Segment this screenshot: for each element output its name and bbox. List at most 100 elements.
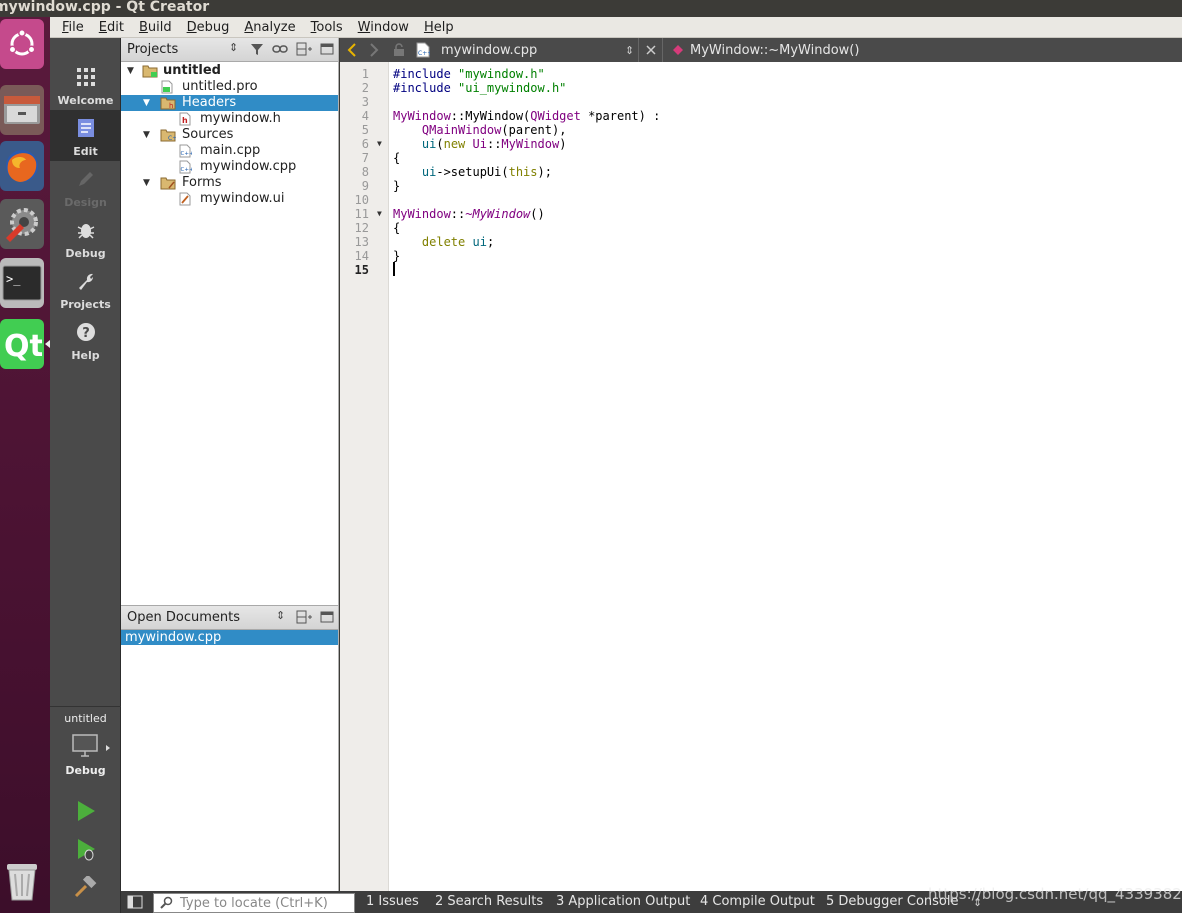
tree-item-label: mywindow.ui (200, 191, 285, 206)
pro-file-icon (160, 80, 174, 94)
code-line[interactable]: #include "mywindow.h" (393, 67, 545, 81)
code-line[interactable]: { (393, 221, 400, 235)
line-number: 4 (361, 109, 369, 123)
code-line[interactable]: } (393, 179, 400, 193)
output-tab[interactable]: 4 Compile Output (700, 894, 815, 909)
menu-bar: File Edit Build Debug Analyze Tools Window Help (50, 17, 1182, 38)
split-icon[interactable] (296, 42, 312, 56)
forms-folder-icon (160, 176, 176, 190)
mode-debug[interactable]: Debug (50, 212, 121, 263)
files-icon[interactable] (0, 85, 44, 135)
view-selector-arrows-icon[interactable]: ⇕ (229, 41, 238, 54)
view-selector-arrows-icon[interactable]: ⇕ (276, 609, 285, 622)
output-tab[interactable]: 3 Application Output (556, 894, 690, 909)
tree-item[interactable]: ▼ h Headers (121, 95, 338, 111)
debug-run-icon (78, 839, 95, 861)
target-selector[interactable] (72, 734, 98, 762)
terminal-icon[interactable]: >_ (0, 258, 44, 308)
back-arrow-icon[interactable] (346, 38, 358, 62)
menu-item[interactable]: Debug (187, 20, 230, 35)
tree-item[interactable]: C++ mywindow.cpp (121, 159, 338, 175)
code-line[interactable]: ui(new Ui::MyWindow) (393, 137, 567, 151)
locator-input[interactable]: Type to locate (Ctrl+K) (153, 893, 355, 913)
line-number: 5 (361, 123, 369, 137)
system-settings-icon[interactable] (0, 199, 44, 249)
window-title-bar: mywindow.cpp - Qt Creator (0, 0, 1182, 17)
code-line[interactable]: MyWindow::MyWindow(QWidget *parent) : (393, 109, 660, 123)
trash-icon[interactable] (0, 855, 44, 905)
open-documents-title[interactable]: Open Documents (127, 610, 240, 625)
filter-icon[interactable] (250, 42, 264, 56)
firefox-icon[interactable] (0, 141, 44, 191)
code-line[interactable]: ui->setupUi(this); (393, 165, 552, 179)
menu-item[interactable]: Help (424, 20, 454, 35)
editor-toolbar: C++ mywindow.cpp ⇕ MyWindow::~MyWindow() (340, 38, 1182, 62)
mode-edit[interactable]: Edit (50, 110, 121, 161)
toggle-sidebar-icon[interactable] (127, 891, 143, 913)
menu-item[interactable]: Window (358, 20, 409, 35)
menu-item[interactable]: Tools (311, 20, 343, 35)
line-number: 15 (354, 263, 369, 277)
close-pane-icon[interactable] (320, 42, 334, 56)
expand-arrow-icon[interactable]: ▼ (143, 175, 153, 191)
run-button[interactable] (75, 800, 97, 826)
mode-welcome[interactable]: Welcome (50, 59, 121, 110)
close-document-icon[interactable] (645, 38, 657, 62)
tree-item[interactable]: ▼ Forms (121, 175, 338, 191)
mode-label: Welcome (57, 94, 114, 107)
ubuntu-dash-icon[interactable] (0, 19, 44, 69)
mode-projects[interactable]: Projects (50, 263, 121, 314)
menu-item[interactable]: Edit (99, 20, 124, 35)
menu-item[interactable]: File (62, 20, 84, 35)
split-icon[interactable] (296, 610, 312, 624)
tree-item[interactable]: ▼ untitled (121, 63, 338, 79)
fold-marker-icon[interactable]: ▼ (377, 137, 382, 151)
tree-item[interactable]: mywindow.ui (121, 191, 338, 207)
debug-run-button[interactable] (75, 838, 97, 866)
code-line[interactable]: } (393, 249, 400, 263)
menu-item[interactable]: Build (139, 20, 172, 35)
build-button[interactable] (74, 874, 98, 902)
line-number: 13 (354, 235, 369, 249)
code-line[interactable]: #include "ui_mywindow.h" (393, 81, 566, 95)
svg-text:C+: C+ (168, 135, 176, 142)
tree-item[interactable]: C++ main.cpp (121, 143, 338, 159)
menu-item[interactable]: Analyze (244, 20, 295, 35)
editor-file-name[interactable]: mywindow.cpp (441, 38, 537, 62)
link-icon[interactable] (272, 42, 288, 56)
code-editor[interactable]: #include "mywindow.h" #include "ui_mywind… (389, 62, 1182, 891)
code-line[interactable]: MyWindow::~MyWindow() (393, 207, 545, 221)
svg-text:Qt: Qt (4, 329, 42, 364)
mode-help[interactable]: ? Help (50, 314, 121, 365)
forward-arrow-icon[interactable] (368, 38, 380, 62)
code-line[interactable]: delete ui; (393, 235, 494, 249)
target-arrow-icon (106, 745, 110, 751)
cpp-file-icon: C++ (178, 144, 194, 158)
projects-view-selector[interactable]: Projects (127, 42, 178, 57)
lock-icon[interactable] (392, 38, 406, 62)
tree-item[interactable]: untitled.pro (121, 79, 338, 95)
tree-item[interactable]: h mywindow.h (121, 111, 338, 127)
expand-arrow-icon[interactable]: ▼ (127, 63, 137, 79)
close-pane-icon[interactable] (320, 610, 334, 624)
file-selector-arrows-icon[interactable]: ⇕ (625, 38, 634, 62)
fold-marker-icon[interactable]: ▼ (377, 207, 382, 221)
cpp-file-icon: C++ (178, 160, 194, 174)
tree-item[interactable]: ▼ C+ Sources (121, 127, 338, 143)
monitor-icon (72, 734, 98, 757)
line-number: 9 (361, 179, 369, 193)
sources-folder-icon: C+ (160, 128, 177, 142)
code-line[interactable]: QMainWindow(parent), (393, 123, 567, 137)
code-line[interactable]: { (393, 151, 400, 165)
run-icon (78, 801, 95, 821)
qt-creator-icon[interactable]: Qt (0, 319, 44, 369)
symbol-icon (672, 38, 684, 62)
mode-design[interactable]: Design (50, 161, 121, 212)
expand-arrow-icon[interactable]: ▼ (143, 95, 153, 111)
output-tab[interactable]: 1 Issues (366, 894, 419, 909)
output-tab[interactable]: 2 Search Results (435, 894, 543, 909)
symbol-selector[interactable]: MyWindow::~MyWindow() (690, 38, 859, 62)
open-document-item[interactable]: mywindow.cpp (121, 630, 338, 645)
expand-arrow-icon[interactable]: ▼ (143, 127, 153, 143)
svg-text:C++: C++ (418, 50, 430, 57)
